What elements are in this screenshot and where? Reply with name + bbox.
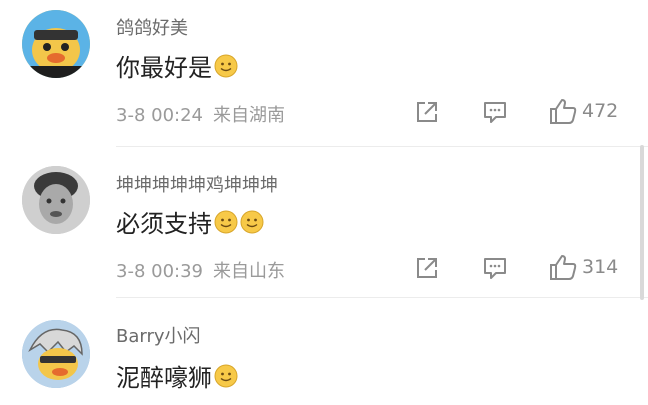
comment-text-body: 必须支持 [116, 210, 212, 238]
comment-item: Barry小闪 泥醉嚎狮 [0, 300, 648, 405]
reply-button[interactable] [482, 99, 508, 125]
avatar-image [22, 320, 90, 388]
thumbs-up-icon [550, 99, 577, 124]
avatar[interactable] [22, 166, 90, 234]
divider [116, 146, 648, 147]
comment-date: 3-8 00:24 [116, 105, 203, 126]
reply-button[interactable] [482, 255, 508, 281]
thumbs-up-icon [550, 255, 577, 280]
comment-item: 坤坤坤坤坤鸡坤坤坤 必须支持 3-8 00:39 来自山东 314 [0, 150, 648, 300]
comment-icon [484, 102, 506, 123]
smile-emoji [214, 210, 238, 234]
like-button[interactable]: 472 [548, 97, 618, 125]
comment-location: 来自山东 [213, 261, 285, 282]
smile-emoji [240, 210, 264, 234]
comment-text: 你最好是 [116, 48, 238, 83]
like-button[interactable]: 314 [548, 253, 618, 281]
comment-date: 3-8 00:39 [116, 261, 203, 282]
like-count: 472 [582, 100, 619, 122]
like-count: 314 [582, 256, 619, 278]
avatar-image [22, 10, 90, 78]
comment-username[interactable]: 鸽鸽好美 [116, 14, 188, 40]
avatar-image [22, 166, 90, 234]
scrollbar[interactable] [640, 145, 644, 300]
share-button[interactable] [414, 99, 440, 125]
divider [116, 297, 648, 298]
share-icon [417, 258, 437, 278]
comment-icon [484, 258, 506, 279]
comment-meta: 3-8 00:24 来自湖南 [116, 101, 285, 127]
smile-emoji [214, 54, 238, 78]
comment-text-body: 泥醉嚎狮 [116, 364, 212, 392]
share-icon [417, 102, 437, 122]
comment-item: 鸽鸽好美 你最好是 3-8 00:24 来自湖南 472 [0, 0, 648, 150]
comment-text-body: 你最好是 [116, 54, 212, 82]
smile-emoji [214, 364, 238, 388]
comment-meta: 3-8 00:39 来自山东 [116, 257, 285, 283]
share-button[interactable] [414, 255, 440, 281]
comment-username[interactable]: 坤坤坤坤坤鸡坤坤坤 [116, 171, 278, 197]
avatar[interactable] [22, 10, 90, 78]
comment-text: 泥醉嚎狮 [116, 358, 238, 393]
comment-text: 必须支持 [116, 204, 264, 239]
comment-location: 来自湖南 [213, 105, 285, 126]
avatar[interactable] [22, 320, 90, 388]
comment-username[interactable]: Barry小闪 [116, 322, 201, 348]
